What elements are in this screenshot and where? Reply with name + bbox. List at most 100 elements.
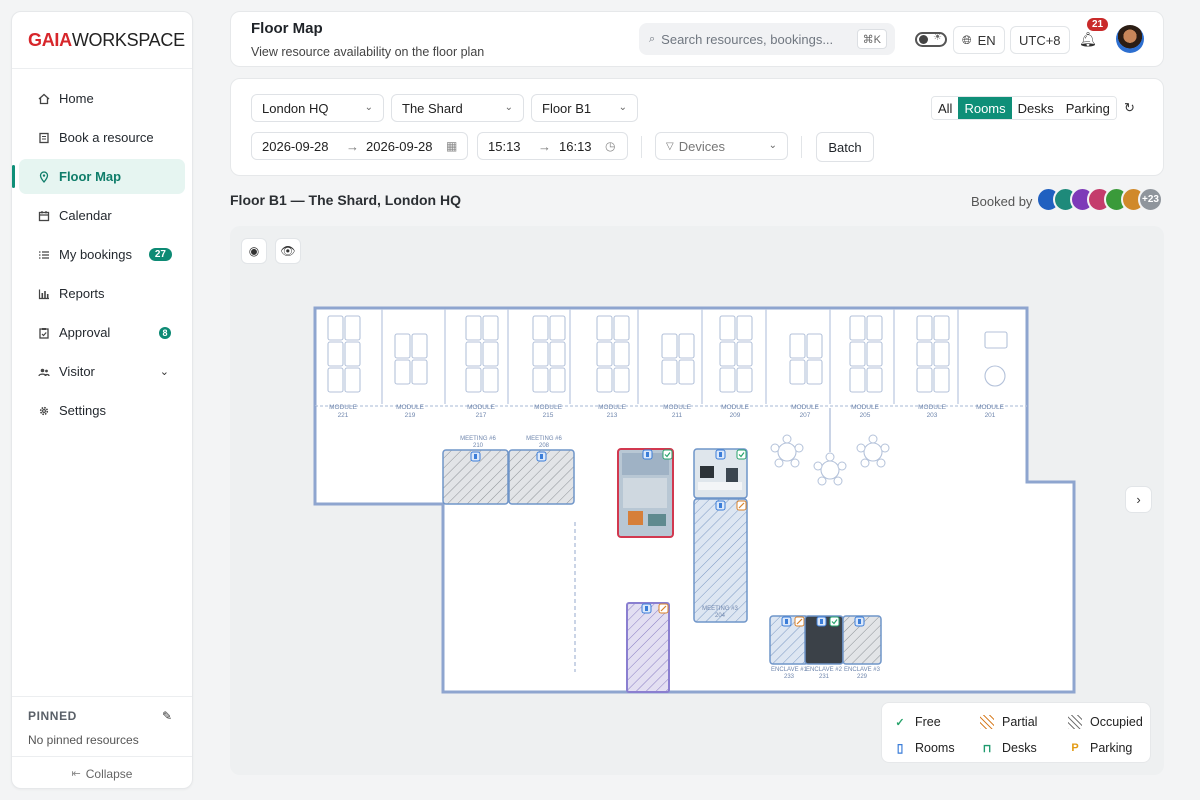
floor-plan: MODULE221MODULE219MODULE217MODULE215MODU…: [313, 306, 1076, 694]
date-to: 2026-09-28: [366, 138, 433, 154]
lounge-shape: [984, 331, 1008, 349]
tab-all[interactable]: All: [932, 97, 959, 119]
sidebar-item-home[interactable]: Home: [19, 81, 185, 116]
room-occupied-photo[interactable]: [617, 448, 674, 538]
legend-rooms: ▯ Rooms: [893, 741, 955, 755]
sidebar-item-reports[interactable]: Reports: [19, 276, 185, 311]
avatar[interactable]: [1116, 25, 1144, 53]
module-number: 213: [607, 412, 618, 419]
list-icon: [37, 248, 51, 262]
filter-bar: London HQ ⌄ The Shard ⌄ Floor B1 ⌄ All Room…: [230, 78, 1164, 176]
legend-partial: Partial: [980, 715, 1037, 729]
search-input[interactable]: ⌕ Search resources, bookings... ⌘K: [639, 23, 895, 55]
sidebar-item-calendar[interactable]: Calendar: [19, 198, 185, 233]
enclave-room[interactable]: ENCLAVE #2231: [804, 615, 844, 680]
check-circle-icon: [829, 616, 840, 627]
calendar-icon: [37, 209, 51, 223]
map-pin-icon: [37, 170, 51, 184]
room-label: MEETING #3: [702, 606, 738, 612]
module-label: MODULE: [663, 404, 691, 411]
divider: [801, 136, 802, 158]
module-label: MODULE: [534, 404, 562, 411]
sidebar-item-approval[interactable]: Approval 8: [19, 315, 185, 350]
approval-count-badge: 8: [159, 326, 171, 339]
floor-select[interactable]: Floor B1 ⌄: [531, 94, 638, 122]
filter-icon: ▽: [666, 140, 674, 152]
time-range-picker[interactable]: 15:13 → 16:13 ◷: [477, 132, 628, 160]
legend-occupied-label: Occupied: [1090, 715, 1143, 729]
batch-button[interactable]: Batch: [816, 132, 874, 162]
clipboard-icon: [37, 326, 51, 340]
notification-badge: 21: [1087, 18, 1109, 31]
module-number: 205: [860, 412, 871, 419]
chevron-down-icon: ⌄: [768, 140, 777, 151]
sidebar-item-label: Calendar: [59, 208, 112, 223]
sidebar-item-floor-map[interactable]: Floor Map: [12, 159, 185, 194]
search-placeholder: Search resources, bookings...: [661, 31, 834, 47]
tab-rooms[interactable]: Rooms: [958, 97, 1012, 119]
brand-part2: WORKSPACE: [71, 29, 185, 50]
module-number: 201: [985, 412, 996, 419]
room-label: 233: [784, 674, 795, 680]
collapse-button[interactable]: ⇤ Collapse: [12, 756, 192, 790]
sidebar-item-label: Reports: [59, 286, 105, 301]
legend-free: ✓ Free: [893, 715, 941, 729]
room-label: ENCLAVE #2: [806, 667, 843, 673]
sidebar-item-label: Book a resource: [59, 130, 154, 145]
room-label: 231: [819, 674, 830, 680]
globe-icon: 🌐︎: [962, 32, 972, 47]
timezone-button[interactable]: UTC+8: [1010, 26, 1070, 54]
arrow-right-icon: →: [346, 138, 359, 154]
devices-select[interactable]: ▽ Devices ⌄: [655, 132, 788, 160]
building-select[interactable]: The Shard ⌄: [391, 94, 524, 122]
meeting-room[interactable]: MEETING #3204: [693, 498, 748, 623]
building-value: The Shard: [402, 100, 463, 116]
room-label: ENCLAVE #1: [771, 667, 808, 673]
bar-chart-icon: [37, 287, 51, 301]
brand-logo[interactable]: GAIA WORKSPACE: [12, 12, 192, 69]
map-legend: ✓ Free Partial Occupied ▯ Rooms ⊓ Desks P Pa…: [881, 702, 1151, 763]
sidebar-item-label: Settings: [59, 403, 106, 418]
room-free-photo[interactable]: [693, 448, 748, 499]
sidebar-item-book-resource[interactable]: Book a resource: [19, 120, 185, 155]
map-title: Floor B1 — The Shard, London HQ: [230, 192, 461, 208]
module-number: 211: [672, 412, 683, 419]
eye-icon[interactable]: 👁︎: [275, 238, 301, 264]
chevron-down-icon: ⌄: [618, 102, 627, 113]
module-label: MODULE: [976, 404, 1004, 411]
edit-pencil-icon[interactable]: ✎: [162, 709, 172, 723]
theme-toggle[interactable]: ☀: [915, 32, 947, 47]
collapse-icon: ⇤: [71, 768, 81, 780]
chevron-down-icon[interactable]: ⌄: [160, 365, 169, 378]
sidebar-item-my-bookings[interactable]: My bookings 27: [19, 237, 185, 272]
tab-parking[interactable]: Parking: [1059, 97, 1116, 119]
gear-icon: [37, 404, 51, 418]
sidebar-item-visitor[interactable]: Visitor ⌄: [19, 354, 185, 389]
tab-desks[interactable]: Desks: [1011, 97, 1060, 119]
booked-by-avatars[interactable]: +23: [1036, 187, 1163, 212]
search-icon: ⌕: [649, 32, 656, 45]
sidebar-item-settings[interactable]: Settings: [19, 393, 185, 428]
language-button[interactable]: 🌐︎ EN: [953, 26, 1005, 54]
chevron-down-icon: ⌄: [504, 102, 513, 113]
location-select[interactable]: London HQ ⌄: [251, 94, 384, 122]
bell-icon[interactable]: 🔔︎: [1079, 31, 1097, 48]
locate-icon[interactable]: ◉: [241, 238, 267, 264]
enclave-room[interactable]: ENCLAVE #1233: [769, 615, 809, 680]
time-from: 15:13: [488, 138, 521, 154]
enclave-room[interactable]: ENCLAVE #3229: [842, 615, 882, 680]
devices-placeholder: Devices: [678, 138, 725, 154]
module-label: MODULE: [467, 404, 495, 411]
resource-type-tabs: All Rooms Desks Parking: [931, 96, 1117, 120]
refresh-icon[interactable]: ↻: [1124, 100, 1135, 116]
chevron-right-icon[interactable]: ›: [1125, 486, 1152, 513]
room-partial[interactable]: [626, 602, 670, 693]
check-circle-icon: [736, 449, 747, 460]
floor-map-canvas[interactable]: MODULE 221 MODULE 219 MODULE 217 MODULE 215 MODU…: [230, 226, 1164, 775]
sidebar-item-label: Home: [59, 91, 94, 106]
legend-free-label: Free: [915, 715, 941, 729]
date-range-picker[interactable]: 2026-09-28 → 2026-09-28 ▦: [251, 132, 468, 160]
page-title: Floor Map: [251, 20, 323, 37]
partial-hatch-icon: [980, 715, 994, 729]
timezone-label: UTC+8: [1019, 32, 1061, 48]
